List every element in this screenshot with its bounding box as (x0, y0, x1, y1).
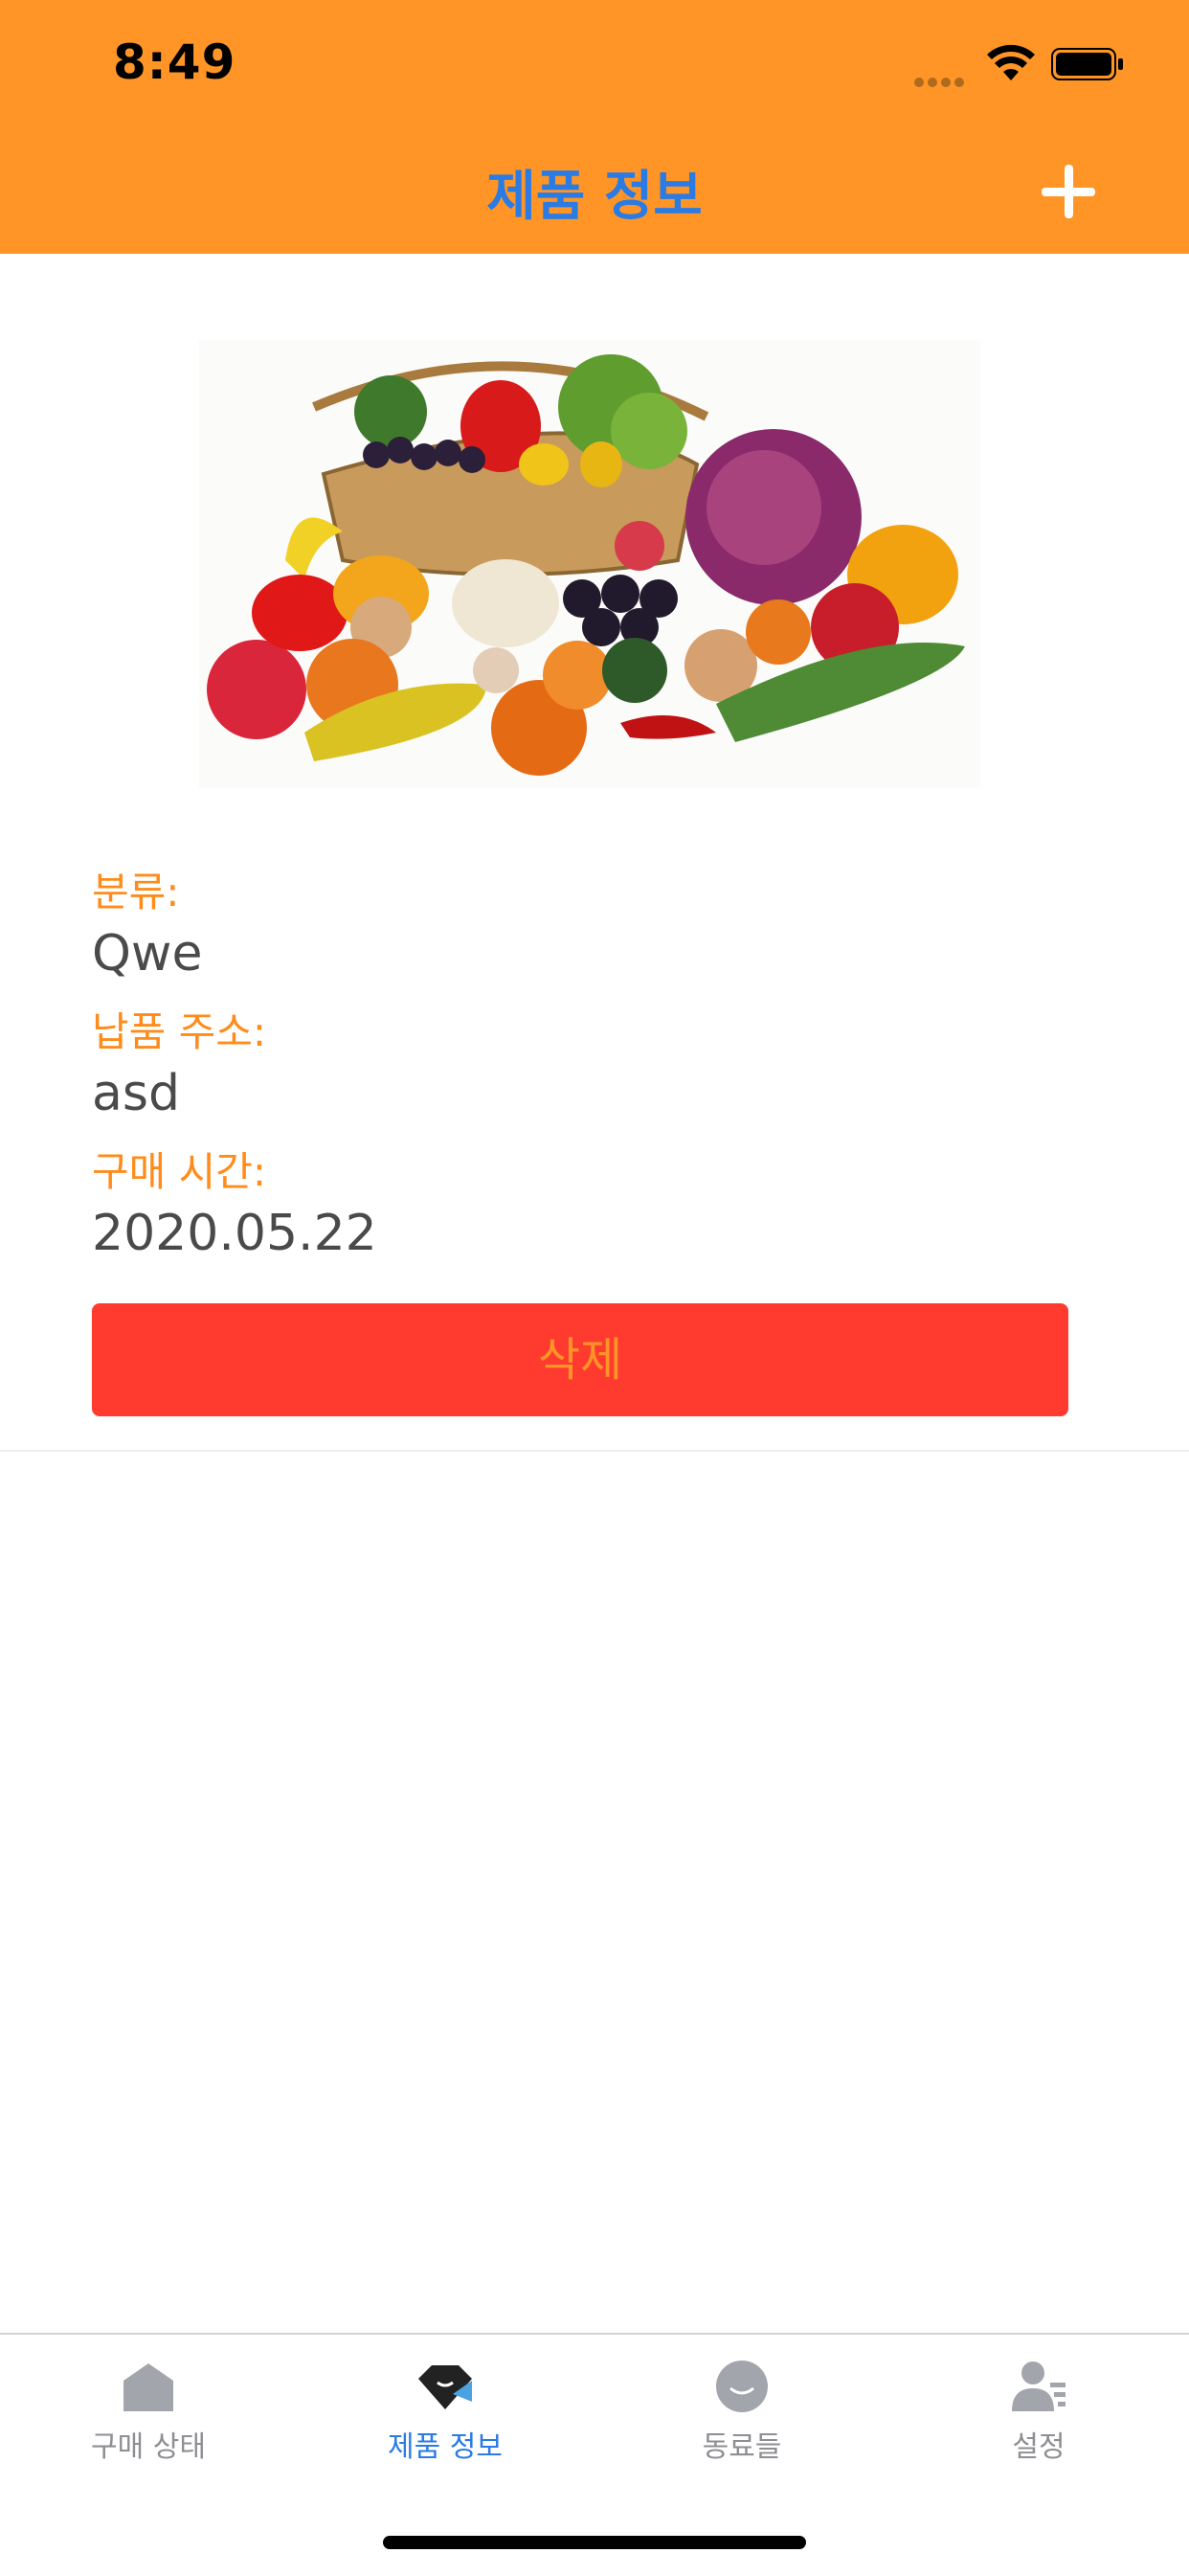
add-button[interactable] (1038, 161, 1099, 222)
status-time: 8:49 (113, 34, 236, 90)
tab-label: 제품 정보 (388, 2430, 503, 2464)
product-image (199, 340, 980, 788)
tab-label: 동료들 (702, 2430, 782, 2464)
delete-button[interactable]: 삭제 (92, 1303, 1068, 1416)
person-settings-icon (1012, 2361, 1066, 2411)
delivery-address-label: 납품 주소: (92, 1008, 267, 1055)
cellular-signal-icon (914, 73, 970, 87)
tab-purchase-status[interactable]: 구매 상태 (0, 2356, 297, 2480)
tab-product-info[interactable]: 제품 정보 (297, 2356, 594, 2480)
tab-label: 구매 상태 (91, 2430, 206, 2464)
purchase-time-value: 2020.05.22 (92, 1205, 377, 1262)
house-icon (123, 2363, 173, 2411)
delivery-address-value: asd (92, 1065, 180, 1122)
tab-label: 설정 (1012, 2430, 1066, 2464)
battery-icon (1051, 48, 1123, 80)
home-indicator[interactable] (383, 2536, 806, 2549)
diamond-face-icon (418, 2365, 472, 2409)
tab-settings[interactable]: 설정 (890, 2356, 1187, 2480)
category-label: 분류: (92, 869, 180, 915)
tab-colleagues[interactable]: 동료들 (594, 2356, 890, 2480)
wifi-icon (987, 44, 1035, 80)
nav-header: 8:49 제품 정보 (0, 0, 1189, 254)
page-title: 제품 정보 (486, 166, 703, 228)
smiley-icon (716, 2361, 768, 2412)
category-value: Qwe (92, 925, 203, 983)
divider (0, 1450, 1189, 1452)
purchase-time-label: 구매 시간: (92, 1148, 267, 1195)
